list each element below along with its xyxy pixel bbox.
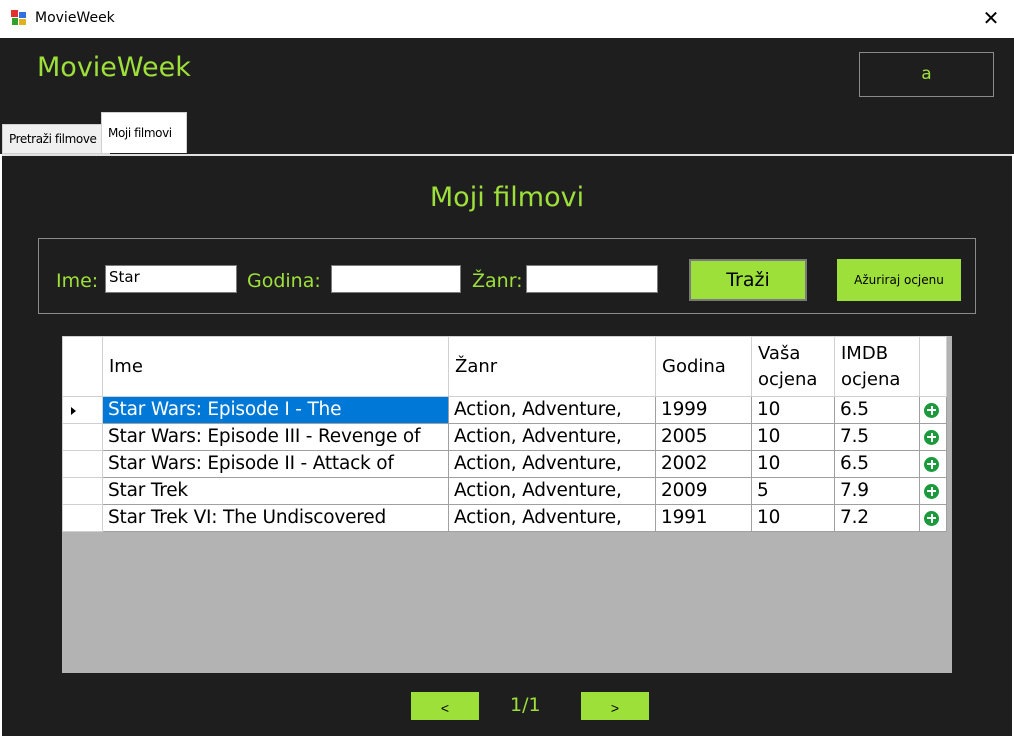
genre-input[interactable] (526, 265, 658, 293)
cell-genre[interactable]: Action, Adventure, (448, 423, 656, 451)
update-rating-button[interactable]: Ažuriraj ocjenu (837, 259, 961, 301)
tab-my-movies[interactable]: Moji filmovi (101, 112, 187, 153)
user-button[interactable]: a (859, 52, 994, 97)
row-header[interactable] (62, 477, 103, 505)
year-label: Godina: (247, 270, 321, 292)
cell-add[interactable] (919, 396, 947, 424)
table-row[interactable]: Star Wars: Episode III - Revenge of Acti… (62, 423, 947, 451)
cell-add[interactable] (919, 423, 947, 451)
cell-year[interactable]: 1999 (655, 396, 752, 424)
page-indicator: 1/1 (510, 694, 541, 716)
name-input[interactable]: Star (105, 265, 237, 293)
chevron-right-icon: > (610, 700, 620, 716)
column-header-genre[interactable]: Žanr (448, 336, 656, 397)
cell-name[interactable]: Star Trek (102, 477, 449, 505)
cell-add[interactable] (919, 477, 947, 505)
cell-name[interactable]: Star Wars: Episode I - The (102, 396, 449, 424)
cell-year[interactable]: 1991 (655, 504, 752, 532)
cell-add[interactable] (919, 450, 947, 478)
tab-search-movies[interactable]: Pretraži filmove (2, 124, 110, 154)
cell-add[interactable] (919, 504, 947, 532)
cell-imdb[interactable]: 7.2 (834, 504, 920, 532)
app-icon (11, 10, 26, 25)
cell-imdb[interactable]: 6.5 (834, 450, 920, 478)
table-row[interactable]: Star Trek VI: The Undiscovered Action, A… (62, 504, 947, 532)
cell-your-rating[interactable]: 10 (751, 450, 835, 478)
row-header[interactable] (62, 396, 103, 424)
page-title: Moji filmovi (429, 182, 585, 213)
cell-your-rating[interactable]: 10 (751, 396, 835, 424)
next-page-button[interactable]: > (581, 692, 649, 720)
my-movies-panel: Moji filmovi Ime: Star Godina: Žanr: Tra… (2, 154, 1012, 736)
cell-genre[interactable]: Action, Adventure, (448, 396, 656, 424)
cell-year[interactable]: 2002 (655, 450, 752, 478)
table-row[interactable]: Star Wars: Episode I - The Action, Adven… (62, 396, 947, 424)
cell-your-rating[interactable]: 5 (751, 477, 835, 505)
cell-name[interactable]: Star Wars: Episode III - Revenge of (102, 423, 449, 451)
cell-year[interactable]: 2005 (655, 423, 752, 451)
cell-year[interactable]: 2009 (655, 477, 752, 505)
title-bar: MovieWeek ✕ (0, 0, 1014, 38)
row-header[interactable] (62, 423, 103, 451)
filter-group: Ime: Star Godina: Žanr: Traži Ažuriraj o… (38, 238, 976, 314)
cell-name[interactable]: Star Wars: Episode II - Attack of (102, 450, 449, 478)
cell-imdb[interactable]: 6.5 (834, 396, 920, 424)
chevron-left-icon: < (440, 700, 450, 716)
add-circle-icon[interactable] (924, 402, 939, 418)
add-circle-icon[interactable] (924, 429, 939, 445)
column-header-name[interactable]: Ime (102, 336, 449, 397)
cell-genre[interactable]: Action, Adventure, (448, 450, 656, 478)
table-header-row: Ime Žanr Godina Vaša ocjena IMDB ocjena (62, 336, 947, 397)
app-logo: MovieWeek (37, 52, 191, 83)
cell-imdb[interactable]: 7.9 (834, 477, 920, 505)
add-circle-icon[interactable] (924, 483, 939, 499)
genre-label: Žanr: (472, 270, 523, 292)
column-header-year[interactable]: Godina (655, 336, 752, 397)
search-button[interactable]: Traži (689, 259, 807, 301)
cell-genre[interactable]: Action, Adventure, (448, 504, 656, 532)
add-circle-icon[interactable] (924, 456, 939, 472)
row-header[interactable] (62, 450, 103, 478)
column-header-your-rating[interactable]: Vaša ocjena (751, 336, 835, 397)
table-row[interactable]: Star Wars: Episode II - Attack of Action… (62, 450, 947, 478)
current-row-arrow-icon (71, 407, 76, 415)
cell-imdb[interactable]: 7.5 (834, 423, 920, 451)
cell-your-rating[interactable]: 10 (751, 504, 835, 532)
movies-grid: Ime Žanr Godina Vaša ocjena IMDB ocjena … (62, 336, 952, 673)
column-header-add (919, 336, 947, 397)
cell-name[interactable]: Star Trek VI: The Undiscovered (102, 504, 449, 532)
prev-page-button[interactable]: < (411, 692, 479, 720)
table-row[interactable]: Star Trek Action, Adventure, 2009 5 7.9 (62, 477, 947, 505)
add-circle-icon[interactable] (924, 510, 939, 526)
row-header-corner (62, 336, 103, 397)
cell-genre[interactable]: Action, Adventure, (448, 477, 656, 505)
name-label: Ime: (56, 270, 99, 292)
column-header-imdb[interactable]: IMDB ocjena (834, 336, 920, 397)
close-button[interactable]: ✕ (968, 0, 1014, 38)
row-header[interactable] (62, 504, 103, 532)
cell-your-rating[interactable]: 10 (751, 423, 835, 451)
year-input[interactable] (331, 265, 461, 293)
close-icon: ✕ (982, 8, 1000, 30)
window-title: MovieWeek (35, 10, 115, 26)
